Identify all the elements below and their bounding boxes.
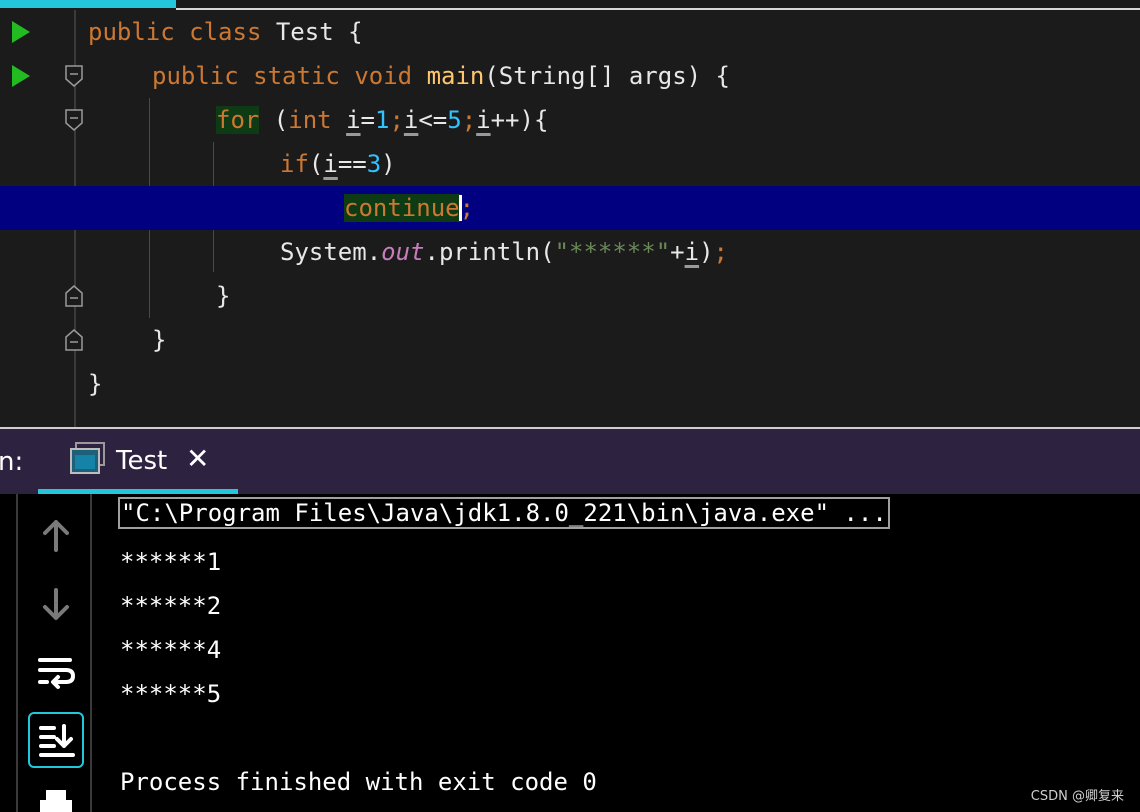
console-output-line: ******2: [120, 592, 222, 620]
console-window-icon: [70, 442, 106, 476]
console-output-line: ******1: [120, 548, 222, 576]
code-token: (: [308, 150, 324, 178]
code-token: System.: [280, 238, 382, 266]
code-line-1[interactable]: public class Test {: [0, 10, 1140, 54]
run-tool-window-header: n: Test ✕: [0, 427, 1140, 497]
number-literal: 1: [374, 106, 390, 134]
arrow-up-icon[interactable]: [28, 508, 84, 564]
code-line-8[interactable]: }: [0, 318, 1140, 362]
console-output-line: ******4: [120, 636, 222, 664]
method-params: (String[] args) {: [484, 62, 730, 90]
run-tab-test[interactable]: Test ✕: [38, 429, 238, 497]
number-literal: 3: [366, 150, 382, 178]
string-literal: "******": [554, 238, 671, 266]
code-line-7[interactable]: }: [0, 274, 1140, 318]
left-tool-strip: [0, 494, 18, 812]
editor-scroll-indicator: [0, 0, 176, 8]
code-token: ): [699, 238, 714, 266]
static-field-out: out: [381, 238, 425, 266]
code-token: <=: [418, 106, 448, 134]
run-tab-label: Test: [116, 446, 168, 476]
keyword: void: [354, 62, 413, 90]
closing-brace: }: [88, 370, 103, 398]
console-output[interactable]: "C:\Program Files\Java\jdk1.8.0_221\bin\…: [118, 494, 1120, 812]
matched-keyword-continue: continue: [344, 194, 460, 222]
variable-i: i: [476, 106, 491, 134]
code-token: =: [360, 106, 375, 134]
keyword: class: [189, 18, 262, 46]
code-token: ): [381, 150, 396, 178]
code-line-2[interactable]: public static void main(String[] args) {: [0, 54, 1140, 98]
code-token: (: [259, 106, 289, 134]
keyword: if: [280, 150, 309, 178]
fold-open-icon[interactable]: [65, 109, 83, 131]
run-method-icon[interactable]: [12, 65, 30, 87]
class-name: Test {: [261, 18, 363, 46]
scroll-to-end-icon[interactable]: [28, 712, 84, 768]
console-output-line: ******5: [120, 680, 222, 708]
method-name: main: [426, 62, 485, 90]
code-line-9[interactable]: }: [0, 362, 1140, 406]
arrow-down-icon[interactable]: [28, 576, 84, 632]
code-token: ++){: [490, 106, 549, 134]
keyword: int: [288, 106, 332, 134]
code-token: +: [670, 238, 685, 266]
matched-keyword-for: for: [216, 106, 260, 134]
code-editor[interactable]: public class Test { public static void m…: [0, 0, 1140, 427]
run-tool-window: "C:\Program Files\Java\jdk1.8.0_221\bin\…: [0, 494, 1140, 812]
code-token: .println(: [424, 238, 555, 266]
fold-close-icon[interactable]: [65, 285, 83, 307]
variable-i: i: [323, 150, 338, 178]
variable-i: i: [346, 106, 361, 134]
run-label: n:: [0, 447, 24, 477]
semicolon: ;: [389, 106, 404, 134]
number-literal: 5: [447, 106, 462, 134]
code-token: ==: [337, 150, 367, 178]
variable-i: i: [684, 238, 700, 266]
console-command-line[interactable]: "C:\Program Files\Java\jdk1.8.0_221\bin\…: [118, 497, 890, 529]
run-toolbar: [20, 494, 92, 812]
code-line-3[interactable]: for (int i=1;i<=5;i++){: [0, 98, 1140, 142]
code-line-6[interactable]: System.out.println("******"+i);: [0, 230, 1140, 274]
keyword: public: [152, 62, 239, 90]
print-icon[interactable]: [28, 780, 84, 812]
fold-open-icon[interactable]: [65, 65, 83, 87]
semicolon: ;: [459, 194, 475, 222]
closing-brace: }: [152, 326, 167, 354]
watermark: CSDN @卿复来: [1030, 789, 1124, 804]
code-line-4[interactable]: if(i==3): [0, 142, 1140, 186]
semicolon: ;: [461, 106, 477, 134]
code-line-5-current[interactable]: continue;: [0, 186, 1140, 230]
variable-i: i: [403, 106, 419, 134]
close-icon[interactable]: ✕: [186, 444, 209, 474]
closing-brace: }: [216, 282, 231, 310]
keyword: public: [88, 18, 175, 46]
soft-wrap-icon[interactable]: [28, 644, 84, 700]
run-class-icon[interactable]: [12, 21, 30, 43]
keyword: static: [253, 62, 340, 90]
console-exit-line: Process finished with exit code 0: [120, 768, 597, 796]
fold-close-icon[interactable]: [65, 329, 83, 351]
semicolon: ;: [713, 238, 728, 266]
